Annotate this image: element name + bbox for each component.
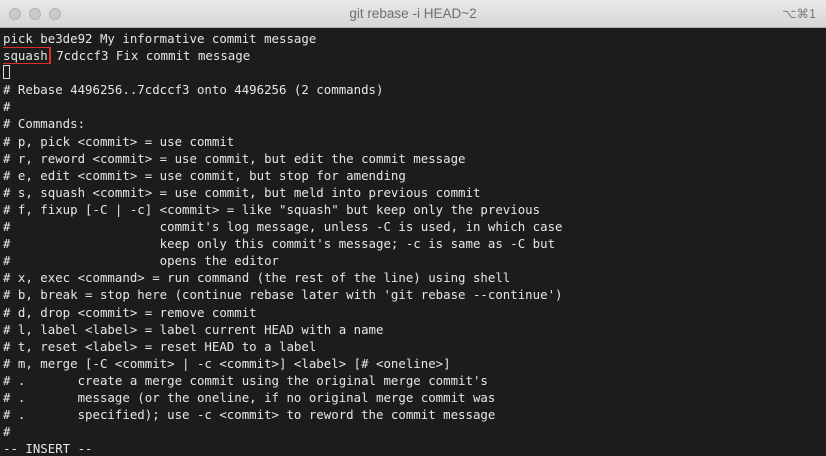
vim-mode-indicator: -- INSERT -- bbox=[3, 441, 93, 456]
editor-line: # commit's log message, unless -C is use… bbox=[3, 219, 563, 235]
editor-line: # b, break = stop here (continue rebase … bbox=[3, 287, 563, 303]
editor-line: # l, label <label> = label current HEAD … bbox=[3, 321, 384, 337]
terminal-content[interactable]: pick be3de92 My informative commit messa… bbox=[0, 28, 826, 456]
terminal-window: git rebase -i HEAD~2 ⌥⌘1 pick be3de92 My… bbox=[0, 0, 826, 456]
editor-line: # m, merge [-C <commit> | -c <commit>] <… bbox=[3, 355, 451, 371]
editor-line: # s, squash <commit> = use commit, but m… bbox=[3, 184, 481, 200]
window-title: git rebase -i HEAD~2 bbox=[349, 6, 477, 21]
editor-line: # p, pick <commit> = use commit bbox=[3, 133, 235, 149]
editor-line: # d, drop <commit> = remove commit bbox=[3, 304, 257, 320]
editor-line: # bbox=[3, 99, 11, 115]
editor-line: # . specified); use -c <commit> to rewor… bbox=[3, 407, 496, 423]
editor-line: # Rebase 4496256..7cdccf3 onto 4496256 (… bbox=[3, 82, 384, 98]
editor-line: # . create a merge commit using the orig… bbox=[3, 372, 488, 388]
editor-line: # opens the editor bbox=[3, 253, 280, 269]
editor-line bbox=[3, 64, 823, 81]
editor-line: # e, edit <commit> = use commit, but sto… bbox=[3, 167, 406, 183]
text-cursor bbox=[3, 65, 10, 80]
editor-line: # keep only this commit's message; -c is… bbox=[3, 236, 556, 252]
editor-line: # . message (or the oneline, if no origi… bbox=[3, 389, 496, 405]
editor-line: # x, exec <command> = run command (the r… bbox=[3, 270, 511, 286]
highlighted-squash-keyword: squash bbox=[3, 47, 51, 65]
editor-line: # f, fixup [-C | -c] <commit> = like "sq… bbox=[3, 201, 541, 217]
editor-line: pick be3de92 My informative commit messa… bbox=[3, 31, 317, 46]
editor-line-text: 7cdccf3 Fix commit message bbox=[48, 48, 251, 64]
editor-line: # t, reset <label> = reset HEAD to a lab… bbox=[3, 338, 317, 354]
editor-line: squash 7cdccf3 Fix commit message bbox=[3, 47, 823, 65]
title-bar: git rebase -i HEAD~2 ⌥⌘1 bbox=[0, 0, 826, 28]
window-shortcut: ⌥⌘1 bbox=[782, 7, 816, 21]
editor-line: # r, reword <commit> = use commit, but e… bbox=[3, 150, 466, 166]
editor-line: # Commands: bbox=[3, 116, 86, 132]
editor-line: # bbox=[3, 424, 11, 440]
